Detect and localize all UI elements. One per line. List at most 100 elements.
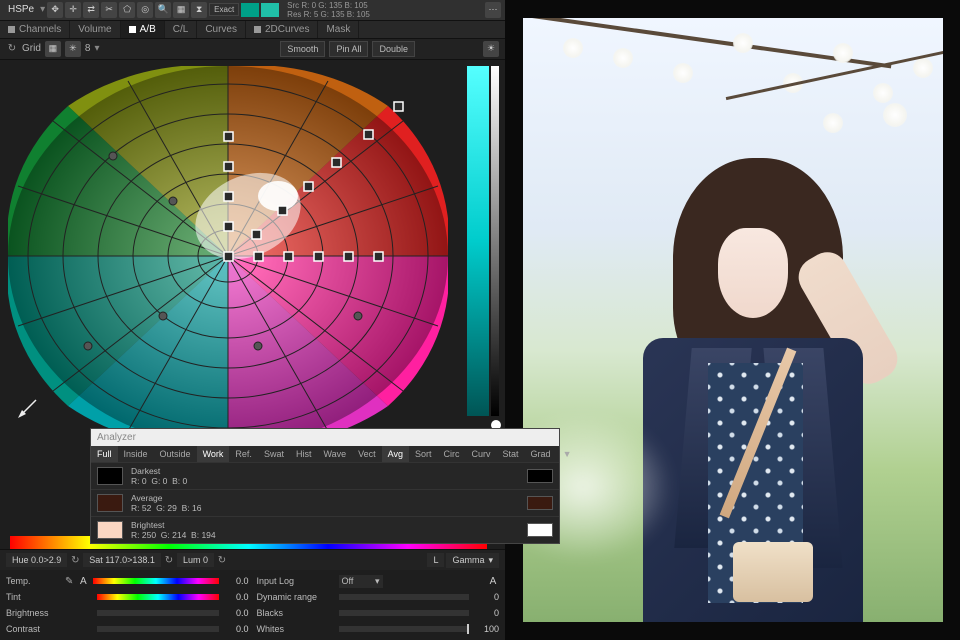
an-tab-vect[interactable]: Vect bbox=[352, 446, 382, 462]
blacks-slider[interactable] bbox=[339, 610, 470, 616]
dynrange-slider[interactable] bbox=[339, 594, 470, 600]
close-icon[interactable]: ⋯ bbox=[485, 2, 501, 18]
eyedropper-icon[interactable]: ✎ bbox=[65, 576, 73, 587]
temp-slider[interactable] bbox=[93, 578, 218, 584]
blacks-value[interactable]: 0 bbox=[473, 608, 499, 618]
smooth-button[interactable]: Smooth bbox=[280, 41, 325, 57]
an-tab-curv[interactable]: Curv bbox=[466, 446, 497, 462]
tab-cl[interactable]: C/L bbox=[165, 21, 198, 38]
brightness-slider[interactable] bbox=[97, 610, 219, 616]
move-icon[interactable]: ✥ bbox=[47, 2, 63, 18]
preview-image[interactable] bbox=[523, 18, 943, 622]
average-swatch2[interactable] bbox=[527, 496, 553, 510]
blacks-label: Blacks bbox=[257, 608, 335, 618]
swatch-2[interactable] bbox=[261, 3, 279, 17]
brightest-swatch2[interactable] bbox=[527, 523, 553, 537]
hue-readout: Hue 0.0>2.9 bbox=[6, 553, 67, 567]
tab-ab[interactable]: A/B bbox=[121, 21, 165, 38]
tab-channels[interactable]: Channels bbox=[0, 21, 70, 38]
lightness-bar[interactable] bbox=[491, 66, 499, 416]
analyzer-title[interactable]: Analyzer bbox=[91, 429, 559, 446]
sun-icon[interactable]: ☀ bbox=[483, 41, 499, 57]
an-tab-hist[interactable]: Hist bbox=[290, 446, 318, 462]
grid-icon[interactable]: ▦ bbox=[173, 2, 189, 18]
brightest-text: BrightestR: 250 G: 214 B: 194 bbox=[131, 520, 519, 540]
average-swatch[interactable] bbox=[97, 494, 123, 512]
chevron-down-icon[interactable]: ▾ bbox=[40, 4, 45, 15]
tint-slider[interactable] bbox=[97, 594, 219, 600]
an-tab-inside[interactable]: Inside bbox=[118, 446, 154, 462]
saturation-bar[interactable] bbox=[467, 66, 489, 416]
whites-value[interactable]: 100 bbox=[473, 624, 499, 634]
lum-readout: Lum 0 bbox=[177, 553, 214, 567]
left-a-toggle[interactable]: A bbox=[77, 576, 89, 587]
an-tab-ref[interactable]: Ref. bbox=[229, 446, 258, 462]
an-tab-wave[interactable]: Wave bbox=[317, 446, 352, 462]
pentagon-icon[interactable]: ⬠ bbox=[119, 2, 135, 18]
whites-slider[interactable] bbox=[339, 626, 470, 632]
target-icon[interactable]: ◎ bbox=[137, 2, 153, 18]
sliders-left-col: Temp. ✎ A 0.0 Tint 0.0 Brightness 0.0 bbox=[6, 574, 249, 636]
an-tab-circ[interactable]: Circ bbox=[438, 446, 466, 462]
an-tab-work[interactable]: Work bbox=[197, 446, 230, 462]
contrast-label: Contrast bbox=[6, 624, 61, 634]
hourglass-icon[interactable]: ⧗ bbox=[191, 2, 207, 18]
an-tab-outside[interactable]: Outside bbox=[154, 446, 197, 462]
analyzer-panel: Analyzer Full Inside Outside Work Ref. S… bbox=[90, 428, 560, 544]
reset-icon[interactable]: ↻ bbox=[6, 43, 18, 55]
contrast-slider[interactable] bbox=[97, 626, 219, 632]
dynrange-value[interactable]: 0 bbox=[473, 592, 499, 602]
grid-toggle-icon[interactable]: ▦ bbox=[45, 41, 61, 57]
crosshair-icon[interactable]: ✛ bbox=[65, 2, 81, 18]
an-tab-sort[interactable]: Sort bbox=[409, 446, 438, 462]
right-a-toggle[interactable]: A bbox=[487, 576, 499, 587]
tab-volume[interactable]: Volume bbox=[70, 21, 120, 38]
an-tab-grad[interactable]: Grad bbox=[525, 446, 557, 462]
main-tabs: Channels Volume A/B C/L Curves 2DCurves … bbox=[0, 21, 505, 40]
exact-button[interactable]: Exact bbox=[209, 3, 239, 16]
darkest-swatch2[interactable] bbox=[527, 469, 553, 483]
darkest-text: DarkestR: 0 G: 0 B: 0 bbox=[131, 466, 519, 486]
tint-value[interactable]: 0.0 bbox=[223, 592, 249, 602]
brightness-label: Brightness bbox=[6, 608, 61, 618]
dynrange-label: Dynamic range bbox=[257, 592, 335, 602]
sliders-panel: Temp. ✎ A 0.0 Tint 0.0 Brightness 0.0 bbox=[0, 570, 505, 640]
cut-icon[interactable]: ✂ bbox=[101, 2, 117, 18]
chevron-down-icon[interactable]: ▾ bbox=[94, 43, 99, 54]
color-wheel-area bbox=[0, 60, 505, 423]
rings-value[interactable]: 8 bbox=[85, 43, 91, 54]
snap-icon[interactable]: ✳ bbox=[65, 41, 81, 57]
tab-curves[interactable]: Curves bbox=[197, 21, 246, 38]
search-icon[interactable]: 🔍 bbox=[155, 2, 171, 18]
tab-mask[interactable]: Mask bbox=[318, 21, 359, 38]
sat-readout: Sat 117.0>138.1 bbox=[83, 553, 161, 567]
color-readout: Src R: 0 G: 135 B: 105 Res R: 5 G: 135 B… bbox=[287, 1, 370, 19]
an-tab-swat[interactable]: Swat bbox=[258, 446, 290, 462]
double-button[interactable]: Double bbox=[372, 41, 415, 57]
contrast-value[interactable]: 0.0 bbox=[223, 624, 249, 634]
reset-lum-icon[interactable]: ↻ bbox=[216, 554, 228, 566]
colorspace-label[interactable]: HSPe bbox=[4, 4, 38, 15]
tab-2dcurves[interactable]: 2DCurves bbox=[246, 21, 318, 38]
an-tab-avg[interactable]: Avg bbox=[382, 446, 409, 462]
color-spider-wheel[interactable] bbox=[8, 66, 448, 446]
grid-label[interactable]: Grid bbox=[22, 43, 41, 54]
reset-sat-icon[interactable]: ↻ bbox=[163, 554, 175, 566]
an-tab-full[interactable]: Full bbox=[91, 446, 118, 462]
brightest-swatch[interactable] bbox=[97, 521, 123, 539]
reset-hue-icon[interactable]: ↻ bbox=[69, 554, 81, 566]
analyzer-row-darkest: DarkestR: 0 G: 0 B: 0 bbox=[91, 462, 559, 489]
average-text: AverageR: 52 G: 29 B: 16 bbox=[131, 493, 519, 513]
temp-label: Temp. bbox=[6, 576, 61, 586]
gamma-select[interactable]: Gamma ▾ bbox=[446, 553, 499, 568]
temp-value[interactable]: 0.0 bbox=[223, 576, 249, 586]
an-tab-more-icon[interactable]: ▼ bbox=[557, 446, 578, 462]
pinall-button[interactable]: Pin All bbox=[329, 41, 368, 57]
inputlog-select[interactable]: Off▾ bbox=[339, 575, 383, 588]
swatch-1[interactable] bbox=[241, 3, 259, 17]
src-readout: Src R: 0 G: 135 B: 105 bbox=[287, 1, 370, 10]
swap-icon[interactable]: ⇄ bbox=[83, 2, 99, 18]
brightness-value[interactable]: 0.0 bbox=[223, 608, 249, 618]
darkest-swatch[interactable] bbox=[97, 467, 123, 485]
an-tab-stat[interactable]: Stat bbox=[497, 446, 525, 462]
